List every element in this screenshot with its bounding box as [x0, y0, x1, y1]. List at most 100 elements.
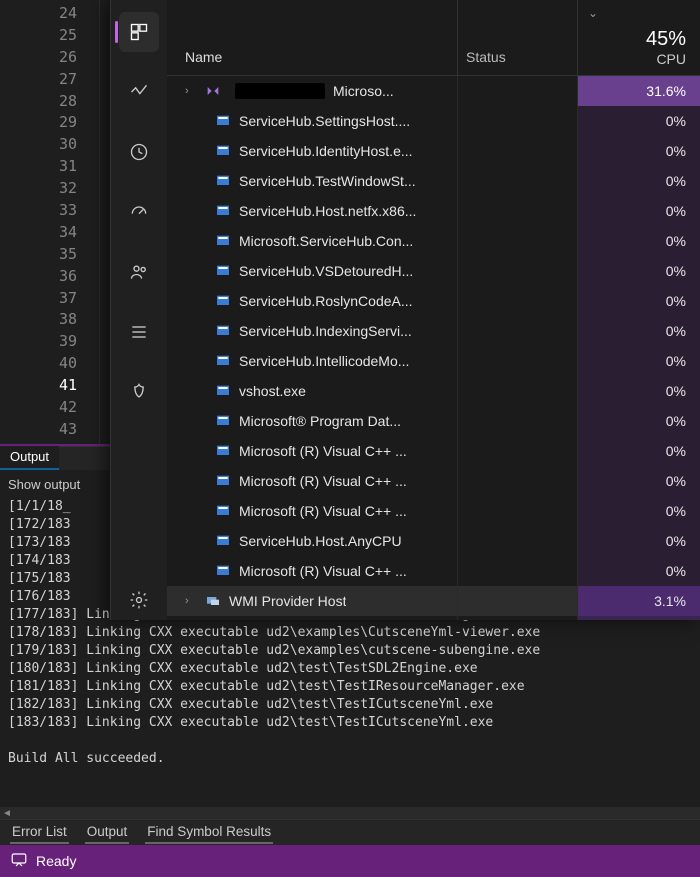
process-status-cell	[457, 496, 577, 526]
process-name-cell: ServiceHub.Host.AnyCPU	[167, 533, 457, 549]
process-status-cell	[457, 526, 577, 556]
sidebar-performance-icon[interactable]	[119, 72, 159, 112]
editor-area: 2425262728293031323334353637383940414243	[0, 0, 700, 446]
process-name-text: ServiceHub.VSDetouredH...	[239, 263, 413, 279]
table-row[interactable]: Microsoft (R) Visual C++ ...0%	[167, 556, 700, 586]
feedback-icon[interactable]	[10, 851, 28, 872]
process-status-cell	[457, 316, 577, 346]
process-cpu-cell: 1.5%	[577, 616, 700, 620]
line-number: 32	[0, 177, 77, 199]
column-header-name[interactable]: Name	[167, 0, 457, 75]
process-name-text: Microsoft.ServiceHub.Con...	[239, 233, 413, 249]
process-cpu-cell: 0%	[577, 436, 700, 466]
win-icon	[215, 173, 231, 189]
process-status-cell	[457, 76, 577, 106]
scroll-left-arrow-icon[interactable]: ◄	[2, 808, 12, 818]
process-cpu-cell: 0%	[577, 136, 700, 166]
process-cpu-cell: 0%	[577, 166, 700, 196]
table-row[interactable]: Microsoft® Program Dat...0%	[167, 406, 700, 436]
table-row[interactable]: Microsoft (R) Visual C++ ...0%	[167, 436, 700, 466]
table-row[interactable]: ServiceHub.VSDetouredH... 0%	[167, 256, 700, 286]
table-row[interactable]: ServiceHub.Host.netfx.x86...0%	[167, 196, 700, 226]
column-header-cpu[interactable]: ⌄ 45% CPU	[577, 0, 700, 75]
process-cpu-cell: 0%	[577, 256, 700, 286]
table-row[interactable]: ServiceHub.IndexingServi... 0%	[167, 316, 700, 346]
process-cpu-cell: 0%	[577, 346, 700, 376]
output-scrollbar[interactable]: ◄	[0, 807, 700, 819]
line-number: 43	[0, 418, 77, 440]
process-name-cell: ServiceHub.IndexingServi...	[167, 323, 457, 339]
process-name-cell: ServiceHub.Host.netfx.x86...	[167, 203, 457, 219]
process-cpu-cell: 0%	[577, 526, 700, 556]
line-number: 40	[0, 352, 77, 374]
process-cpu-cell: 0%	[577, 106, 700, 136]
table-row[interactable]: vshost.exe0%	[167, 376, 700, 406]
redacted-name	[235, 83, 325, 99]
table-row[interactable]: Microsoft (R) Visual C++ ...0%	[167, 496, 700, 526]
win-icon	[215, 143, 231, 159]
table-row[interactable]: ›WMI Provider Host3.1%	[167, 586, 700, 616]
process-name-cell: vshost.exe	[167, 383, 457, 399]
line-number: 42	[0, 396, 77, 418]
table-row[interactable]: Microsoft (R) Visual C++ ...0%	[167, 466, 700, 496]
sidebar-startup-icon[interactable]	[119, 192, 159, 232]
process-status-cell	[457, 166, 577, 196]
bottom-tab[interactable]: Find Symbol Results	[145, 821, 273, 844]
bottom-tool-tabs: Error List Output Find Symbol Results	[0, 819, 700, 845]
process-name-text: vshost.exe	[239, 383, 306, 399]
line-number: 29	[0, 111, 77, 133]
bottom-tab[interactable]: Error List	[10, 821, 69, 844]
output-tab[interactable]: Output	[0, 445, 59, 470]
line-number: 39	[0, 330, 77, 352]
vs-icon	[205, 83, 221, 99]
process-name-cell: ServiceHub.IntellicodeMo...	[167, 353, 457, 369]
table-row[interactable]: Microsoft.ServiceHub.Con...0%	[167, 226, 700, 256]
bottom-tab[interactable]: Output	[85, 821, 130, 844]
process-name-text: Microsoft (R) Visual C++ ...	[239, 503, 407, 519]
table-row[interactable]: ›System1.5%	[167, 616, 700, 620]
process-status-cell	[457, 286, 577, 316]
table-row[interactable]: ServiceHub.IntellicodeMo... 0%	[167, 346, 700, 376]
win-icon	[215, 413, 231, 429]
line-number: 41	[0, 374, 77, 396]
sidebar-history-icon[interactable]	[119, 132, 159, 172]
column-header-status[interactable]: Status	[457, 0, 577, 75]
win-icon	[215, 503, 231, 519]
line-number: 34	[0, 221, 77, 243]
process-cpu-cell: 0%	[577, 316, 700, 346]
process-name-text: ServiceHub.RoslynCodeA...	[239, 293, 413, 309]
process-status-cell	[457, 556, 577, 586]
table-row[interactable]: ServiceHub.IdentityHost.e... 0%	[167, 136, 700, 166]
table-row[interactable]: ServiceHub.Host.AnyCPU 0%	[167, 526, 700, 556]
process-name-text: ServiceHub.Host.AnyCPU	[239, 533, 402, 549]
sidebar-processes-icon[interactable]	[119, 12, 159, 52]
table-row[interactable]: ServiceHub.RoslynCodeA... 0%	[167, 286, 700, 316]
sidebar-details-icon[interactable]	[119, 312, 159, 352]
process-name-cell: ServiceHub.RoslynCodeA...	[167, 293, 457, 309]
process-cpu-cell: 0%	[577, 286, 700, 316]
sidebar-settings-icon[interactable]	[119, 580, 159, 620]
process-name-text: ServiceHub.IndexingServi...	[239, 323, 412, 339]
sidebar-users-icon[interactable]	[119, 252, 159, 292]
process-name-cell: ServiceHub.IdentityHost.e...	[167, 143, 457, 159]
chevron-right-icon[interactable]: ›	[185, 595, 197, 607]
table-row[interactable]: ServiceHub.SettingsHost....0%	[167, 106, 700, 136]
sidebar-services-icon[interactable]	[119, 372, 159, 412]
wmi-icon	[205, 593, 221, 609]
chevron-right-icon[interactable]: ›	[185, 85, 197, 97]
process-name-cell: Microsoft.ServiceHub.Con...	[167, 233, 457, 249]
process-name-text: Microsoft® Program Dat...	[239, 413, 401, 429]
table-row[interactable]: ServiceHub.TestWindowSt... 0%	[167, 166, 700, 196]
process-status-cell	[457, 616, 577, 620]
line-number: 37	[0, 287, 77, 309]
line-number: 36	[0, 265, 77, 287]
process-name-text: Microsoft (R) Visual C++ ...	[239, 473, 407, 489]
process-status-cell	[457, 466, 577, 496]
process-name-cell: ServiceHub.TestWindowSt...	[167, 173, 457, 189]
process-status-cell	[457, 346, 577, 376]
process-cpu-cell: 31.6%	[577, 76, 700, 106]
table-row[interactable]: ›Microso...31.6%	[167, 76, 700, 106]
process-name-cell: › WMI Provider Host	[167, 593, 457, 609]
process-name-text: WMI Provider Host	[229, 593, 346, 609]
process-name-text: ServiceHub.Host.netfx.x86...	[239, 203, 416, 219]
